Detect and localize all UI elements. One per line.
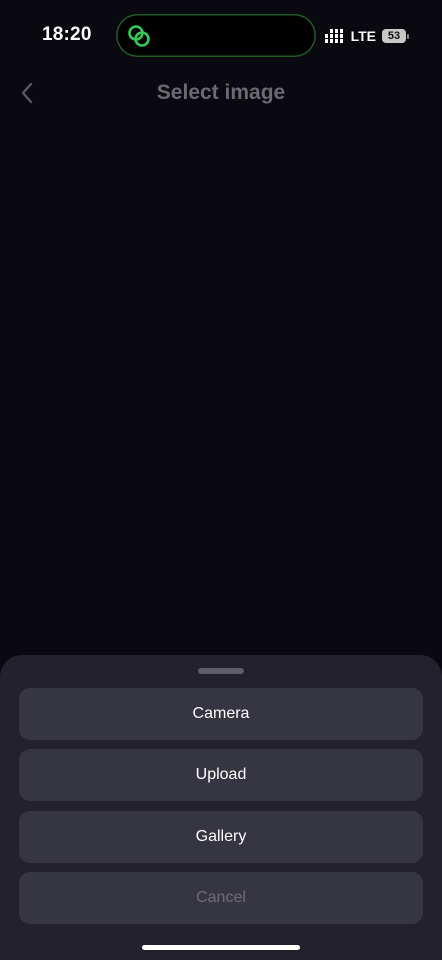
cancel-button[interactable]: Cancel <box>19 872 423 924</box>
action-sheet: Camera Upload Gallery Cancel <box>0 655 442 960</box>
dynamic-island <box>116 14 316 57</box>
gallery-button[interactable]: Gallery <box>19 811 423 863</box>
nav-bar: Select image <box>0 72 442 116</box>
upload-button[interactable]: Upload <box>19 749 423 801</box>
status-indicators: LTE 53 <box>324 26 410 46</box>
battery-icon: 53 <box>382 29 410 43</box>
status-time: 18:20 <box>42 24 92 45</box>
signal-icon <box>324 29 343 43</box>
page-title: Select image <box>156 81 286 104</box>
network-label: LTE <box>350 28 376 44</box>
status-bar: 18:20 LTE 53 <box>0 0 442 72</box>
camera-button[interactable]: Camera <box>19 688 423 740</box>
battery-level: 53 <box>382 29 406 43</box>
link-rings-icon <box>128 25 150 47</box>
battery-cap <box>407 34 409 39</box>
sheet-grabber[interactable] <box>198 668 244 674</box>
home-indicator[interactable] <box>142 945 300 950</box>
